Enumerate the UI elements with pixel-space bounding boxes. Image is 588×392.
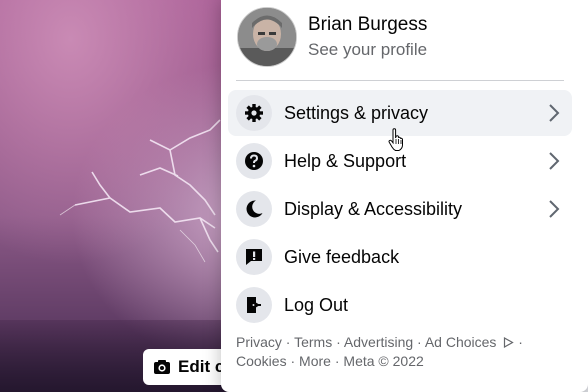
- footer-separator: ·: [281, 334, 295, 350]
- menu-item-log-out[interactable]: Log Out: [228, 282, 572, 328]
- chevron-right-icon: [549, 104, 560, 122]
- hand-cursor-icon: [388, 128, 403, 151]
- menu-item-label: Give feedback: [284, 247, 400, 267]
- ad-choices-label: Ad Choices: [424, 334, 497, 350]
- footer-terms-link[interactable]: Terms: [294, 334, 332, 350]
- menu-item-label: Display & Accessibility: [284, 199, 463, 219]
- ad-choices-icon: [504, 336, 515, 349]
- gear-icon: [236, 95, 272, 131]
- menu-item-label: Log Out: [284, 295, 349, 315]
- menu-item-display-accessibility[interactable]: Display & Accessibility: [228, 186, 572, 232]
- footer-ad-choices-link[interactable]: Ad Choices: [424, 334, 515, 350]
- footer-advertising-link[interactable]: Advertising: [344, 334, 413, 350]
- footer-cookies-link[interactable]: Cookies: [236, 353, 287, 369]
- feedback-icon: [236, 239, 272, 275]
- question-icon: [236, 143, 272, 179]
- footer-meta-copyright: Meta © 2022: [343, 353, 424, 369]
- logout-icon: [236, 287, 272, 323]
- footer-more-link[interactable]: More: [299, 353, 331, 369]
- moon-icon: [236, 191, 272, 227]
- avatar: [237, 7, 297, 67]
- footer-separator: ·: [286, 353, 300, 369]
- profile-subtitle: See your profile: [308, 40, 428, 59]
- profile-link[interactable]: Brian Burgess See your profile: [234, 4, 570, 70]
- menu-item-label: Settings & privacy: [284, 103, 429, 123]
- footer-privacy-link[interactable]: Privacy: [236, 334, 282, 350]
- menu-divider: [236, 80, 564, 81]
- footer-separator: ·: [413, 334, 425, 350]
- chevron-right-icon: [549, 200, 560, 218]
- menu-footer: Privacy · Terms · Advertising · Ad Choic…: [236, 333, 576, 371]
- footer-separator: ·: [332, 334, 344, 350]
- menu-item-give-feedback[interactable]: Give feedback: [228, 234, 572, 280]
- profile-name: Brian Burgess: [308, 14, 428, 35]
- menu-item-label: Help & Support: [284, 151, 407, 171]
- camera-icon: [154, 360, 170, 374]
- footer-separator: ·: [514, 334, 523, 350]
- edit-cover-label: Edit c: [178, 357, 225, 376]
- footer-separator: ·: [330, 353, 344, 369]
- chevron-right-icon: [549, 152, 560, 170]
